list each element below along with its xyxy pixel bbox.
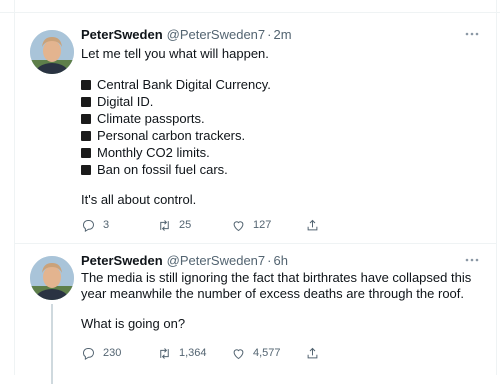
list-item: Ban on fossil fuel cars. xyxy=(81,161,481,178)
list-item-text: Monthly CO2 limits. xyxy=(97,144,210,160)
heart-icon xyxy=(233,348,244,359)
more-icon[interactable] xyxy=(462,250,482,270)
tweet-closing: What is going on? xyxy=(81,316,186,331)
heart-icon xyxy=(233,220,244,231)
share-icon xyxy=(307,219,318,230)
user-handle[interactable]: @PeterSweden7 xyxy=(167,27,265,42)
list-item-text: Climate passports. xyxy=(97,110,205,126)
like-button[interactable]: 4,577 xyxy=(231,342,281,364)
tweet-text: Let me tell you what will happen. Centra… xyxy=(81,46,481,208)
tweet-text: The media is still ignoring the fact tha… xyxy=(81,270,481,332)
display-name[interactable]: PeterSweden xyxy=(81,253,163,268)
separator: · xyxy=(267,252,272,268)
tweet[interactable]: PeterSweden @PeterSweden7 · 2m Let me te… xyxy=(15,12,496,244)
reply-button[interactable]: 230 xyxy=(81,342,121,364)
tweet-list: Central Bank Digital Currency. Digital I… xyxy=(81,76,481,178)
like-count: 4,577 xyxy=(253,347,281,359)
list-item-text: Central Bank Digital Currency. xyxy=(97,76,271,92)
feed-border-right xyxy=(496,0,497,375)
reply-icon xyxy=(83,219,94,232)
display-name[interactable]: PeterSweden xyxy=(81,27,163,42)
tweet-header: PeterSweden @PeterSweden7 · 6h xyxy=(81,250,288,270)
reply-button[interactable]: 3 xyxy=(81,214,109,236)
like-button[interactable]: 127 xyxy=(231,214,271,236)
reply-count: 230 xyxy=(103,347,122,359)
square-bullet-icon xyxy=(81,79,91,90)
tweet-main-text: The media is still ignoring the fact tha… xyxy=(81,270,472,301)
retweet-icon xyxy=(160,347,169,359)
timestamp[interactable]: 2m xyxy=(273,27,291,42)
tweet-feed: PeterSweden @PeterSweden7 · 2m Let me te… xyxy=(0,0,500,384)
thread-line xyxy=(51,304,53,384)
separator: · xyxy=(267,26,272,42)
list-item-text: Personal carbon trackers. xyxy=(97,127,246,143)
list-item: Central Bank Digital Currency. xyxy=(81,76,481,93)
share-icon xyxy=(307,347,318,358)
square-bullet-icon xyxy=(81,113,91,124)
timestamp[interactable]: 6h xyxy=(273,253,287,268)
retweet-icon xyxy=(160,219,169,231)
square-bullet-icon xyxy=(81,96,91,107)
retweet-button[interactable]: 25 xyxy=(157,214,191,236)
reply-count: 3 xyxy=(103,219,110,231)
square-bullet-icon xyxy=(81,164,91,175)
share-button[interactable] xyxy=(305,214,320,236)
avatar[interactable] xyxy=(30,256,74,300)
share-button[interactable] xyxy=(305,342,320,364)
retweet-button[interactable]: 1,364 xyxy=(157,342,207,364)
list-item: Personal carbon trackers. xyxy=(81,127,481,144)
list-item-text: Digital ID. xyxy=(97,93,154,109)
list-item: Climate passports. xyxy=(81,110,481,127)
user-handle[interactable]: @PeterSweden7 xyxy=(167,253,265,268)
list-item-text: Ban on fossil fuel cars. xyxy=(97,161,228,177)
tweet-closing: It's all about control. xyxy=(81,192,197,207)
like-count: 127 xyxy=(253,219,272,231)
square-bullet-icon xyxy=(81,147,91,158)
more-icon[interactable] xyxy=(462,24,482,44)
tweet-header: PeterSweden @PeterSweden7 · 2m xyxy=(81,24,292,44)
list-item: Monthly CO2 limits. xyxy=(81,144,481,161)
tweet-intro: Let me tell you what will happen. xyxy=(81,46,269,61)
retweet-count: 1,364 xyxy=(179,347,207,359)
reply-icon xyxy=(83,347,94,360)
retweet-count: 25 xyxy=(179,219,192,231)
square-bullet-icon xyxy=(81,130,91,141)
avatar[interactable] xyxy=(30,30,74,74)
list-item: Digital ID. xyxy=(81,93,481,110)
tweet[interactable]: PeterSweden @PeterSweden7 · 6h The media… xyxy=(15,244,496,384)
